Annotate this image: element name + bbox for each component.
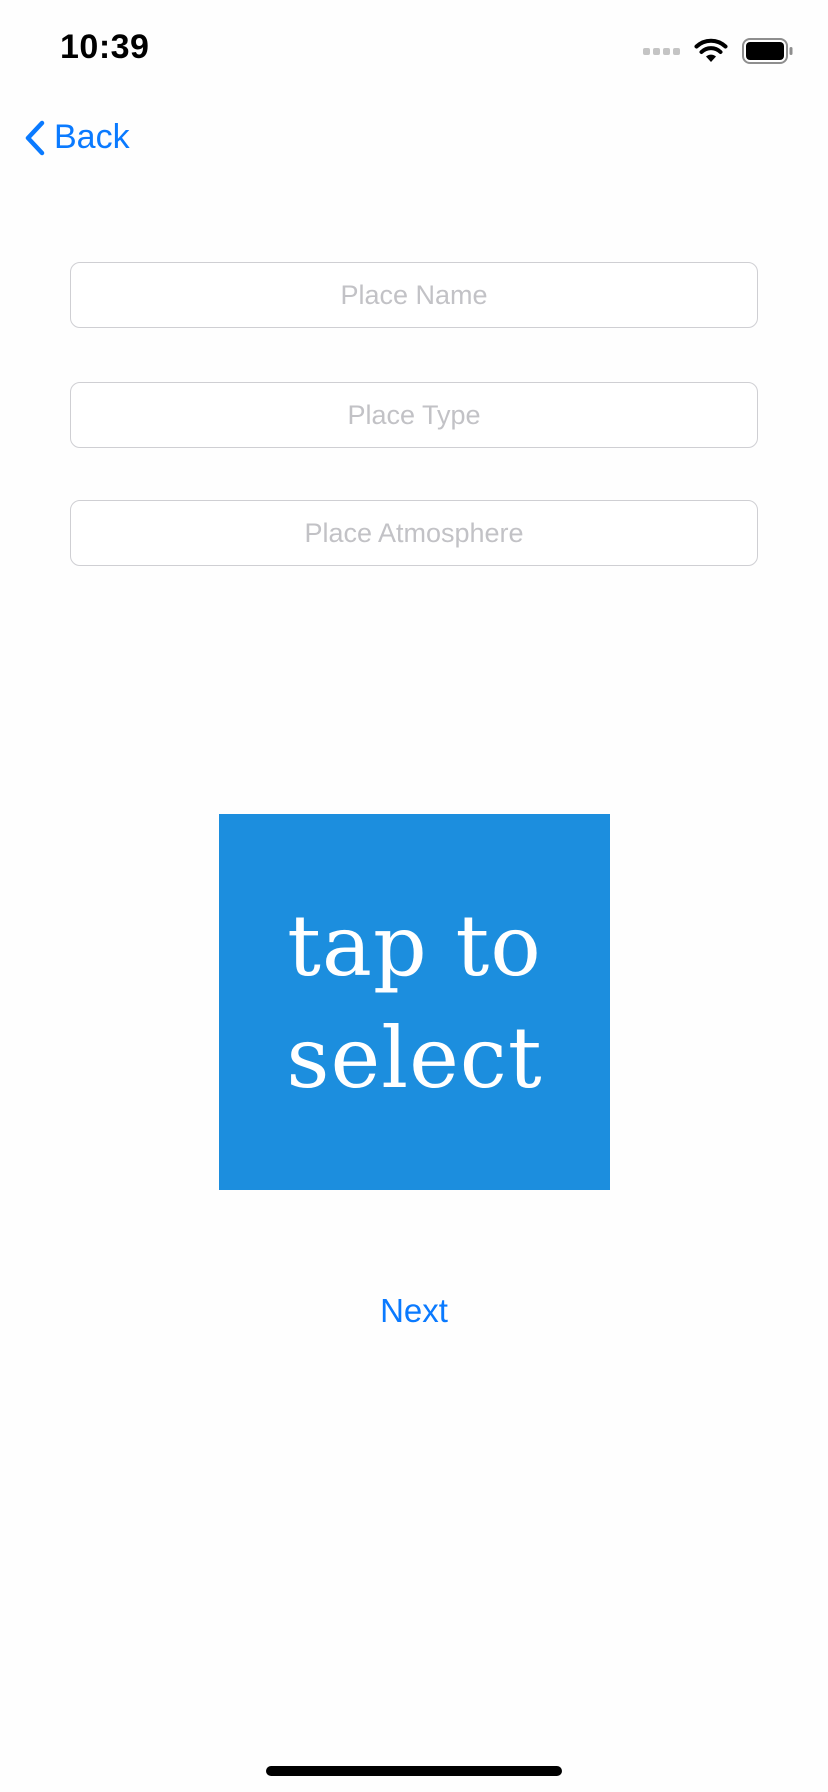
status-time: 10:39 (60, 28, 150, 66)
back-label: Back (54, 118, 130, 156)
home-indicator[interactable] (266, 1766, 562, 1776)
image-select-label: tap to select (286, 897, 543, 1107)
place-type-input[interactable] (71, 383, 757, 447)
place-atmosphere-input[interactable] (71, 501, 757, 565)
place-type-field-container (70, 382, 758, 448)
screen: 10:39 Back Place Name Place Type Place A… (0, 0, 828, 1792)
status-icons (643, 34, 794, 68)
wifi-icon (694, 38, 728, 64)
image-select-button[interactable]: tap to select (219, 814, 610, 1190)
place-atmosphere-field-container (70, 500, 758, 566)
place-name-field-container (70, 262, 758, 328)
chevron-left-icon (24, 120, 46, 156)
cellular-signal-icon (643, 47, 680, 55)
battery-icon (742, 38, 794, 64)
next-button[interactable]: Next (0, 1292, 828, 1330)
back-button[interactable]: Back (24, 118, 130, 157)
place-name-input[interactable] (71, 263, 757, 327)
